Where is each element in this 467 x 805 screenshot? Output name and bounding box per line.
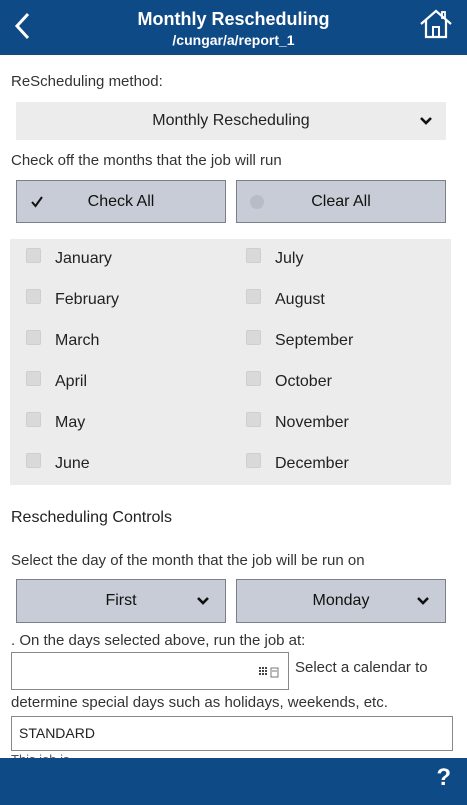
month-label: October	[275, 373, 332, 390]
checkmark-icon	[31, 196, 43, 208]
occurrence-select[interactable]: First	[16, 579, 226, 623]
chevron-down-icon	[420, 117, 432, 125]
month-september[interactable]: September	[230, 326, 353, 356]
month-checkbox[interactable]	[26, 329, 41, 345]
run-time-input[interactable]	[11, 652, 289, 690]
time-label: . On the days selected above, run the jo…	[11, 632, 306, 649]
app-header: Monthly Rescheduling /cungar/a/report_1	[0, 0, 467, 55]
method-select[interactable]: Monthly Rescheduling	[16, 102, 446, 140]
check-all-label: Check All	[87, 192, 155, 210]
radio-dot-icon	[250, 195, 264, 209]
month-label: March	[55, 332, 100, 349]
month-label: August	[275, 291, 325, 308]
month-checkbox[interactable]	[26, 247, 41, 263]
time-picker-icon[interactable]	[258, 665, 280, 679]
method-select-value: Monthly Rescheduling	[152, 112, 310, 129]
month-january[interactable]: January	[10, 244, 112, 274]
month-checkbox[interactable]	[26, 411, 41, 427]
month-label: May	[55, 414, 86, 431]
month-label: September	[275, 332, 354, 349]
method-label: ReScheduling method:	[11, 73, 163, 90]
weekday-select[interactable]: Monday	[236, 579, 446, 623]
page-subtitle: /cungar/a/report_1	[172, 32, 295, 48]
month-august[interactable]: August	[230, 285, 325, 315]
month-checkbox[interactable]	[246, 288, 261, 304]
month-february[interactable]: February	[10, 285, 119, 315]
home-icon[interactable]	[419, 8, 453, 40]
month-october[interactable]: October	[230, 367, 332, 397]
month-checkbox[interactable]	[26, 288, 41, 304]
clear-all-label: Clear All	[311, 192, 371, 210]
check-all-button[interactable]: Check All	[16, 180, 226, 223]
month-checkbox[interactable]	[246, 329, 261, 345]
month-label: July	[275, 250, 304, 267]
calendar-input[interactable]: STANDARD	[11, 716, 453, 751]
help-icon[interactable]: ?	[436, 764, 451, 792]
app-footer: ?	[0, 758, 467, 805]
month-march[interactable]: March	[10, 326, 99, 356]
month-label: January	[55, 250, 112, 267]
month-label: June	[55, 455, 90, 472]
controls-title: Rescheduling Controls	[11, 509, 172, 526]
day-instruction: Select the day of the month that the job…	[11, 552, 365, 569]
month-label: February	[55, 291, 120, 308]
month-may[interactable]: May	[10, 408, 85, 438]
months-panel: January February March April May June Ju…	[10, 239, 451, 485]
month-label: December	[275, 455, 349, 472]
month-november[interactable]: November	[230, 408, 349, 438]
month-checkbox[interactable]	[26, 452, 41, 468]
month-label: April	[55, 373, 88, 390]
month-june[interactable]: June	[10, 449, 90, 479]
weekday-value: Monday	[312, 592, 370, 609]
month-checkbox[interactable]	[246, 411, 261, 427]
months-instruction: Check off the months that the job will r…	[11, 152, 282, 169]
occurrence-value: First	[105, 592, 137, 609]
calendar-hint-continued: determine special days such as holidays,…	[11, 694, 388, 711]
month-checkbox[interactable]	[246, 370, 261, 386]
chevron-down-icon	[197, 597, 209, 605]
calendar-hint: Select a calendar to	[295, 659, 428, 676]
clear-all-button[interactable]: Clear All	[236, 180, 446, 223]
month-april[interactable]: April	[10, 367, 87, 397]
chevron-down-icon	[417, 597, 429, 605]
page-title: Monthly Rescheduling	[137, 9, 330, 29]
month-december[interactable]: December	[230, 449, 349, 479]
chevron-left-icon[interactable]	[10, 8, 36, 44]
month-checkbox[interactable]	[246, 452, 261, 468]
month-july[interactable]: July	[230, 244, 303, 274]
month-checkbox[interactable]	[26, 370, 41, 386]
month-label: November	[275, 414, 349, 431]
month-checkbox[interactable]	[246, 247, 261, 263]
